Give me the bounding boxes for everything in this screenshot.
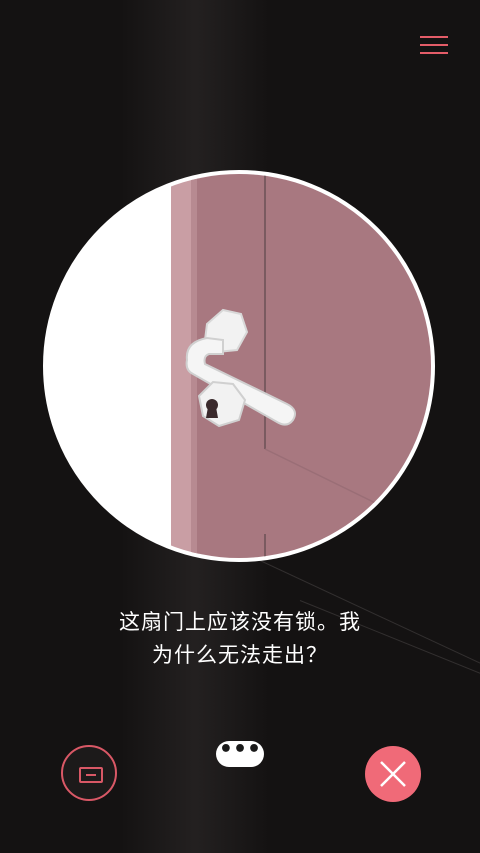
close-button[interactable] xyxy=(365,746,421,802)
inventory-box-icon xyxy=(79,767,103,783)
more-options-button[interactable]: ••• xyxy=(216,739,264,767)
dialog-text: 这扇门上应该没有锁。我 为什么无法走出？ xyxy=(40,606,440,672)
dialog-line: 为什么无法走出？ xyxy=(152,643,328,667)
dialog-line: 这扇门上应该没有锁。我 xyxy=(119,610,361,634)
menu-button[interactable] xyxy=(418,32,450,58)
menu-icon-bar xyxy=(420,52,448,54)
inventory-button[interactable] xyxy=(61,745,117,801)
door-closeup-view[interactable] xyxy=(43,170,435,562)
close-icon xyxy=(380,761,406,787)
menu-icon-bar xyxy=(420,36,448,38)
keyhole-icon xyxy=(206,399,218,418)
menu-icon-bar xyxy=(420,44,448,46)
